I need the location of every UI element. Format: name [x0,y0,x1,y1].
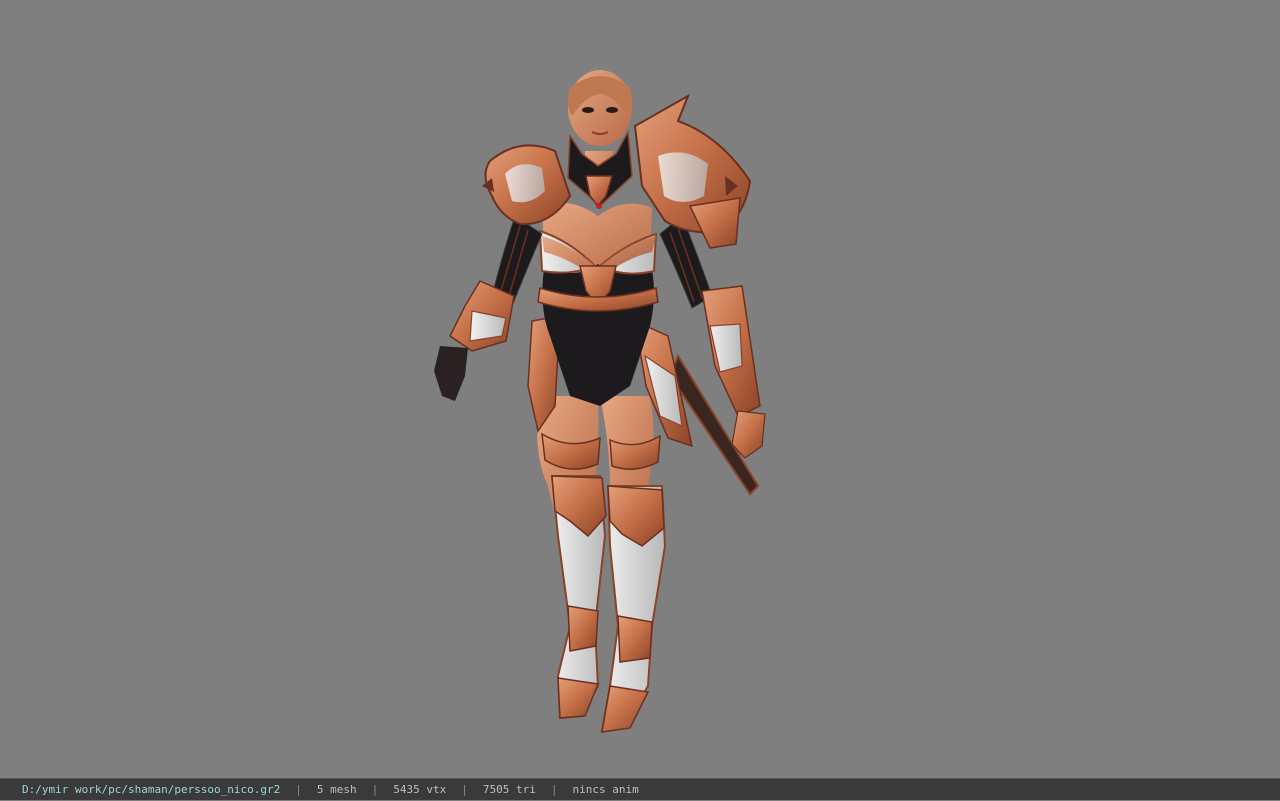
file-path-label: D:/ymir work/pc/shaman/perssoo_nico.gr2 [22,783,281,796]
3d-viewport[interactable] [0,0,1280,778]
status-separator: | [295,783,302,796]
status-separator: | [461,783,468,796]
mesh-count-label: 5 mesh [316,783,357,796]
animation-state-label: nincs anim [572,783,639,796]
status-bar: D:/ymir work/pc/shaman/perssoo_nico.gr2 |… [0,778,1280,800]
triangle-count-label: 7505 tri [482,783,536,796]
vertex-count-label: 5435 vtx [393,783,447,796]
status-separator: | [371,783,379,796]
status-separator: | [550,783,558,796]
character-model [434,70,766,733]
